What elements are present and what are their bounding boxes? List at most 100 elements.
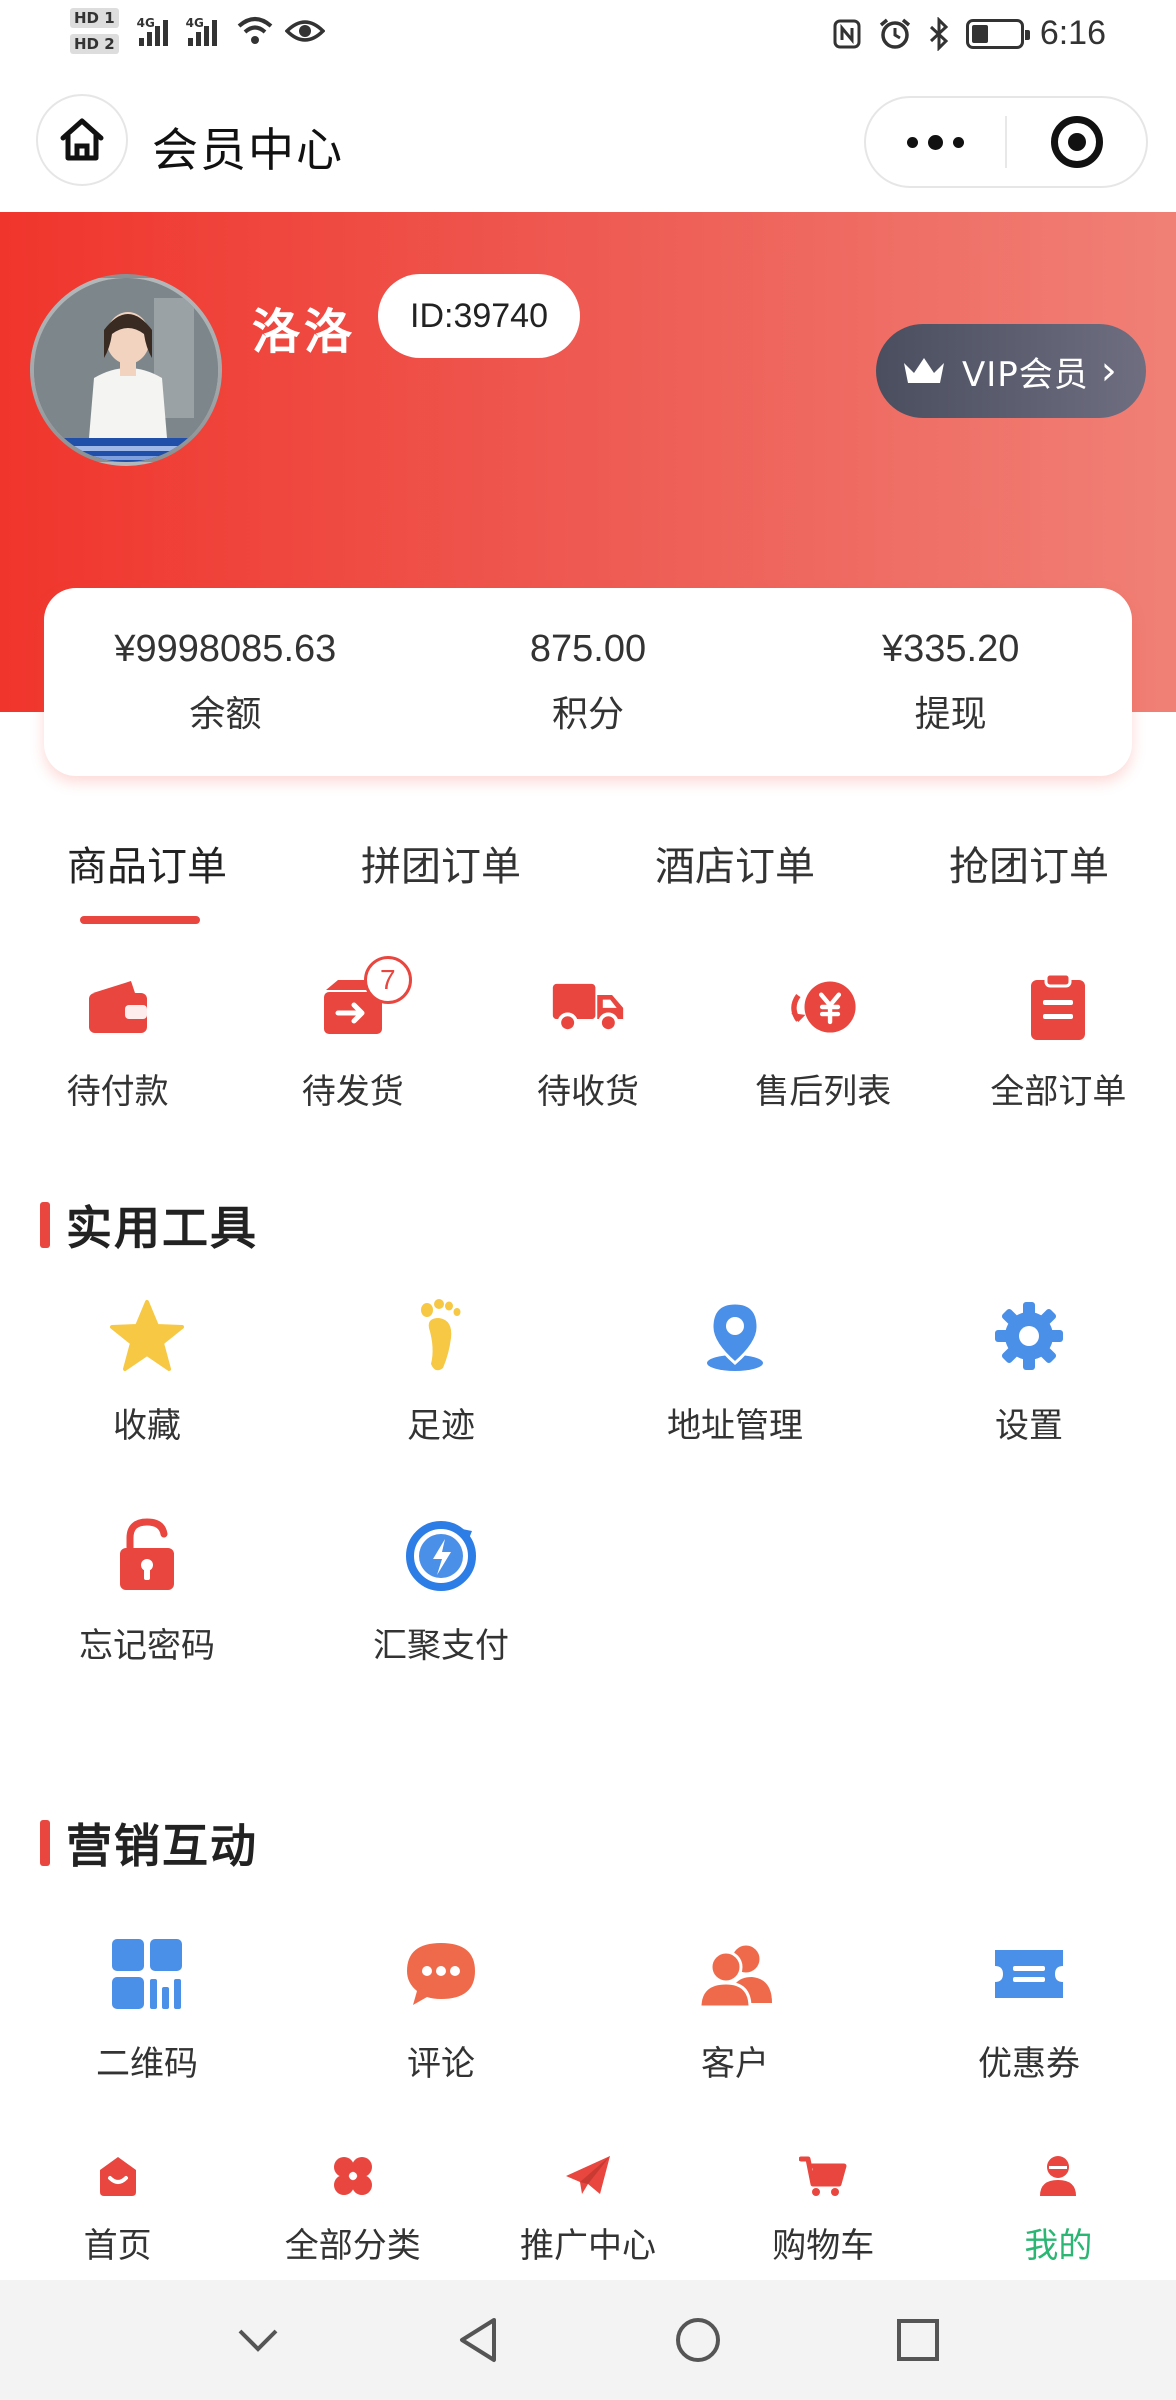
back-triangle-icon xyxy=(460,2318,496,2362)
tool-label: 设置 xyxy=(995,1406,1063,1446)
status-time: 6:16 xyxy=(1039,14,1106,52)
tool-aggregate-payment[interactable]: 汇聚支付 xyxy=(294,1482,588,1702)
asset-label: 积分 xyxy=(552,693,625,735)
collapse-chevron-button[interactable] xyxy=(228,2310,288,2370)
signal-icon: 4G xyxy=(137,16,168,46)
marketing-comments[interactable]: 评论 xyxy=(294,1900,588,2120)
asset-value: ¥335.20 xyxy=(881,627,1020,670)
qrcode-icon xyxy=(107,1934,187,2014)
pending-shipment-count-badge: 7 xyxy=(363,956,412,1004)
footprint-icon xyxy=(401,1296,481,1376)
asset-label: 余额 xyxy=(189,693,262,735)
avatar[interactable] xyxy=(30,274,222,466)
tabbar-label: 推广中心 xyxy=(520,2226,656,2266)
tabbar-cart[interactable]: 购物车 xyxy=(706,2116,941,2280)
marketing-qrcode[interactable]: 二维码 xyxy=(0,1900,294,2120)
section-title-tools: 实用工具 xyxy=(40,1192,258,1258)
order-status-label: 待发货 xyxy=(301,1072,404,1112)
capsule-menu xyxy=(864,96,1148,188)
clipboard-icon xyxy=(1021,970,1095,1044)
hd-indicators: HD 1 HD 2 xyxy=(70,8,119,54)
alarm-icon xyxy=(879,18,910,49)
asset-value: 875.00 xyxy=(529,627,647,670)
payment-refresh-icon xyxy=(401,1516,481,1596)
tool-label: 足迹 xyxy=(407,1406,475,1446)
location-pin-icon xyxy=(695,1296,775,1376)
bottom-tab-bar: 首页 全部分类 推广中心 购物车 我的 xyxy=(0,2116,1176,2280)
asset-balance[interactable]: ¥9998085.63 余额 xyxy=(44,588,407,776)
wallet-icon xyxy=(81,970,155,1044)
vip-member-label: VIP会员 xyxy=(962,354,1089,395)
star-icon xyxy=(107,1296,187,1376)
bluetooth-icon xyxy=(929,16,948,51)
comment-bubble-icon xyxy=(401,1934,481,2014)
order-tabs: 商品订单 拼团订单 酒店订单 抢团订单 xyxy=(0,820,1176,930)
tool-label: 收藏 xyxy=(113,1406,181,1446)
page-title: 会员中心 xyxy=(152,123,344,177)
tabbar-label: 全部分类 xyxy=(284,2226,421,2266)
box-arrow-icon: 7 xyxy=(316,956,412,1044)
section-title-marketing: 营销互动 xyxy=(40,1810,258,1876)
chevron-right-icon: › xyxy=(1100,348,1117,394)
tool-forgot-password[interactable]: 忘记密码 xyxy=(0,1482,294,1702)
tool-label: 地址管理 xyxy=(667,1406,803,1446)
marketing-coupons[interactable]: 优惠券 xyxy=(882,1900,1176,2120)
gear-icon xyxy=(989,1296,1069,1376)
tabbar-promotion-center[interactable]: 推广中心 xyxy=(470,2116,705,2280)
marketing-grid: 二维码 评论 客户 优惠券 xyxy=(0,1900,1176,2120)
tab-product-orders[interactable]: 商品订单 xyxy=(0,820,294,930)
order-status-row: 待付款 7 待发货 待收货 售后列表 全部订单 xyxy=(0,956,1176,1130)
user-name: 洛洛 xyxy=(252,304,357,360)
tool-label: 忘记密码 xyxy=(79,1626,215,1666)
tab-flash-group-orders[interactable]: 抢团订单 xyxy=(882,820,1176,930)
tool-favorites[interactable]: 收藏 xyxy=(0,1262,294,1482)
tool-address-management[interactable]: 地址管理 xyxy=(588,1262,882,1482)
active-tab-indicator xyxy=(80,916,200,924)
assets-card: ¥9998085.63 余额 875.00 积分 ¥335.20 提现 xyxy=(44,588,1132,776)
tool-label: 汇聚支付 xyxy=(373,1626,509,1666)
target-icon xyxy=(1050,116,1103,168)
recents-button[interactable] xyxy=(888,2310,948,2370)
order-status-pending-shipment[interactable]: 7 待发货 xyxy=(235,956,470,1130)
system-home-button[interactable] xyxy=(668,2310,728,2370)
asset-points[interactable]: 875.00 积分 xyxy=(407,588,770,776)
more-button[interactable] xyxy=(866,98,1005,186)
cart-icon xyxy=(795,2148,851,2204)
order-status-after-sales[interactable]: 售后列表 xyxy=(706,970,941,1130)
order-status-label: 待付款 xyxy=(66,1072,169,1112)
avatar-photo xyxy=(34,278,218,462)
asset-value: ¥9998085.63 xyxy=(114,627,337,670)
tool-footprints[interactable]: 足迹 xyxy=(294,1262,588,1482)
tab-group-orders[interactable]: 拼团订单 xyxy=(294,820,588,930)
coupon-icon xyxy=(989,1934,1069,2014)
marketing-label: 客户 xyxy=(701,2044,769,2084)
more-dot-icon xyxy=(907,136,918,148)
status-left: HD 1 HD 2 4G 4G xyxy=(70,8,325,54)
hd1-indicator: HD 1 xyxy=(70,8,119,28)
section-accent-bar xyxy=(40,1202,50,1248)
home-button[interactable] xyxy=(36,94,128,186)
status-bar: HD 1 HD 2 4G 4G 6:16 xyxy=(0,0,1176,72)
truck-icon xyxy=(551,970,625,1044)
marketing-customers[interactable]: 客户 xyxy=(588,1900,882,2120)
home-circle-icon xyxy=(676,2318,720,2362)
close-miniprogram-button[interactable] xyxy=(1007,98,1146,186)
tool-settings[interactable]: 设置 xyxy=(882,1262,1176,1482)
order-status-pending-receipt[interactable]: 待收货 xyxy=(470,970,705,1130)
order-status-pending-payment[interactable]: 待付款 xyxy=(0,970,235,1130)
order-status-all-orders[interactable]: 全部订单 xyxy=(941,970,1176,1130)
back-button[interactable] xyxy=(448,2310,508,2370)
user-icon xyxy=(1030,2148,1086,2204)
recents-square-icon xyxy=(897,2319,939,2361)
system-navigation-bar xyxy=(0,2280,1176,2400)
tabbar-mine[interactable]: 我的 xyxy=(941,2116,1176,2280)
tabbar-all-categories[interactable]: 全部分类 xyxy=(235,2116,470,2280)
order-status-label: 全部订单 xyxy=(990,1072,1127,1112)
asset-label: 提现 xyxy=(914,693,987,735)
battery-icon xyxy=(965,18,1030,49)
tabbar-home[interactable]: 首页 xyxy=(0,2116,235,2280)
order-status-label: 待收货 xyxy=(537,1072,639,1112)
vip-member-button[interactable]: VIP会员 › xyxy=(876,324,1146,418)
tab-hotel-orders[interactable]: 酒店订单 xyxy=(588,820,882,930)
asset-withdraw[interactable]: ¥335.20 提现 xyxy=(769,588,1132,776)
